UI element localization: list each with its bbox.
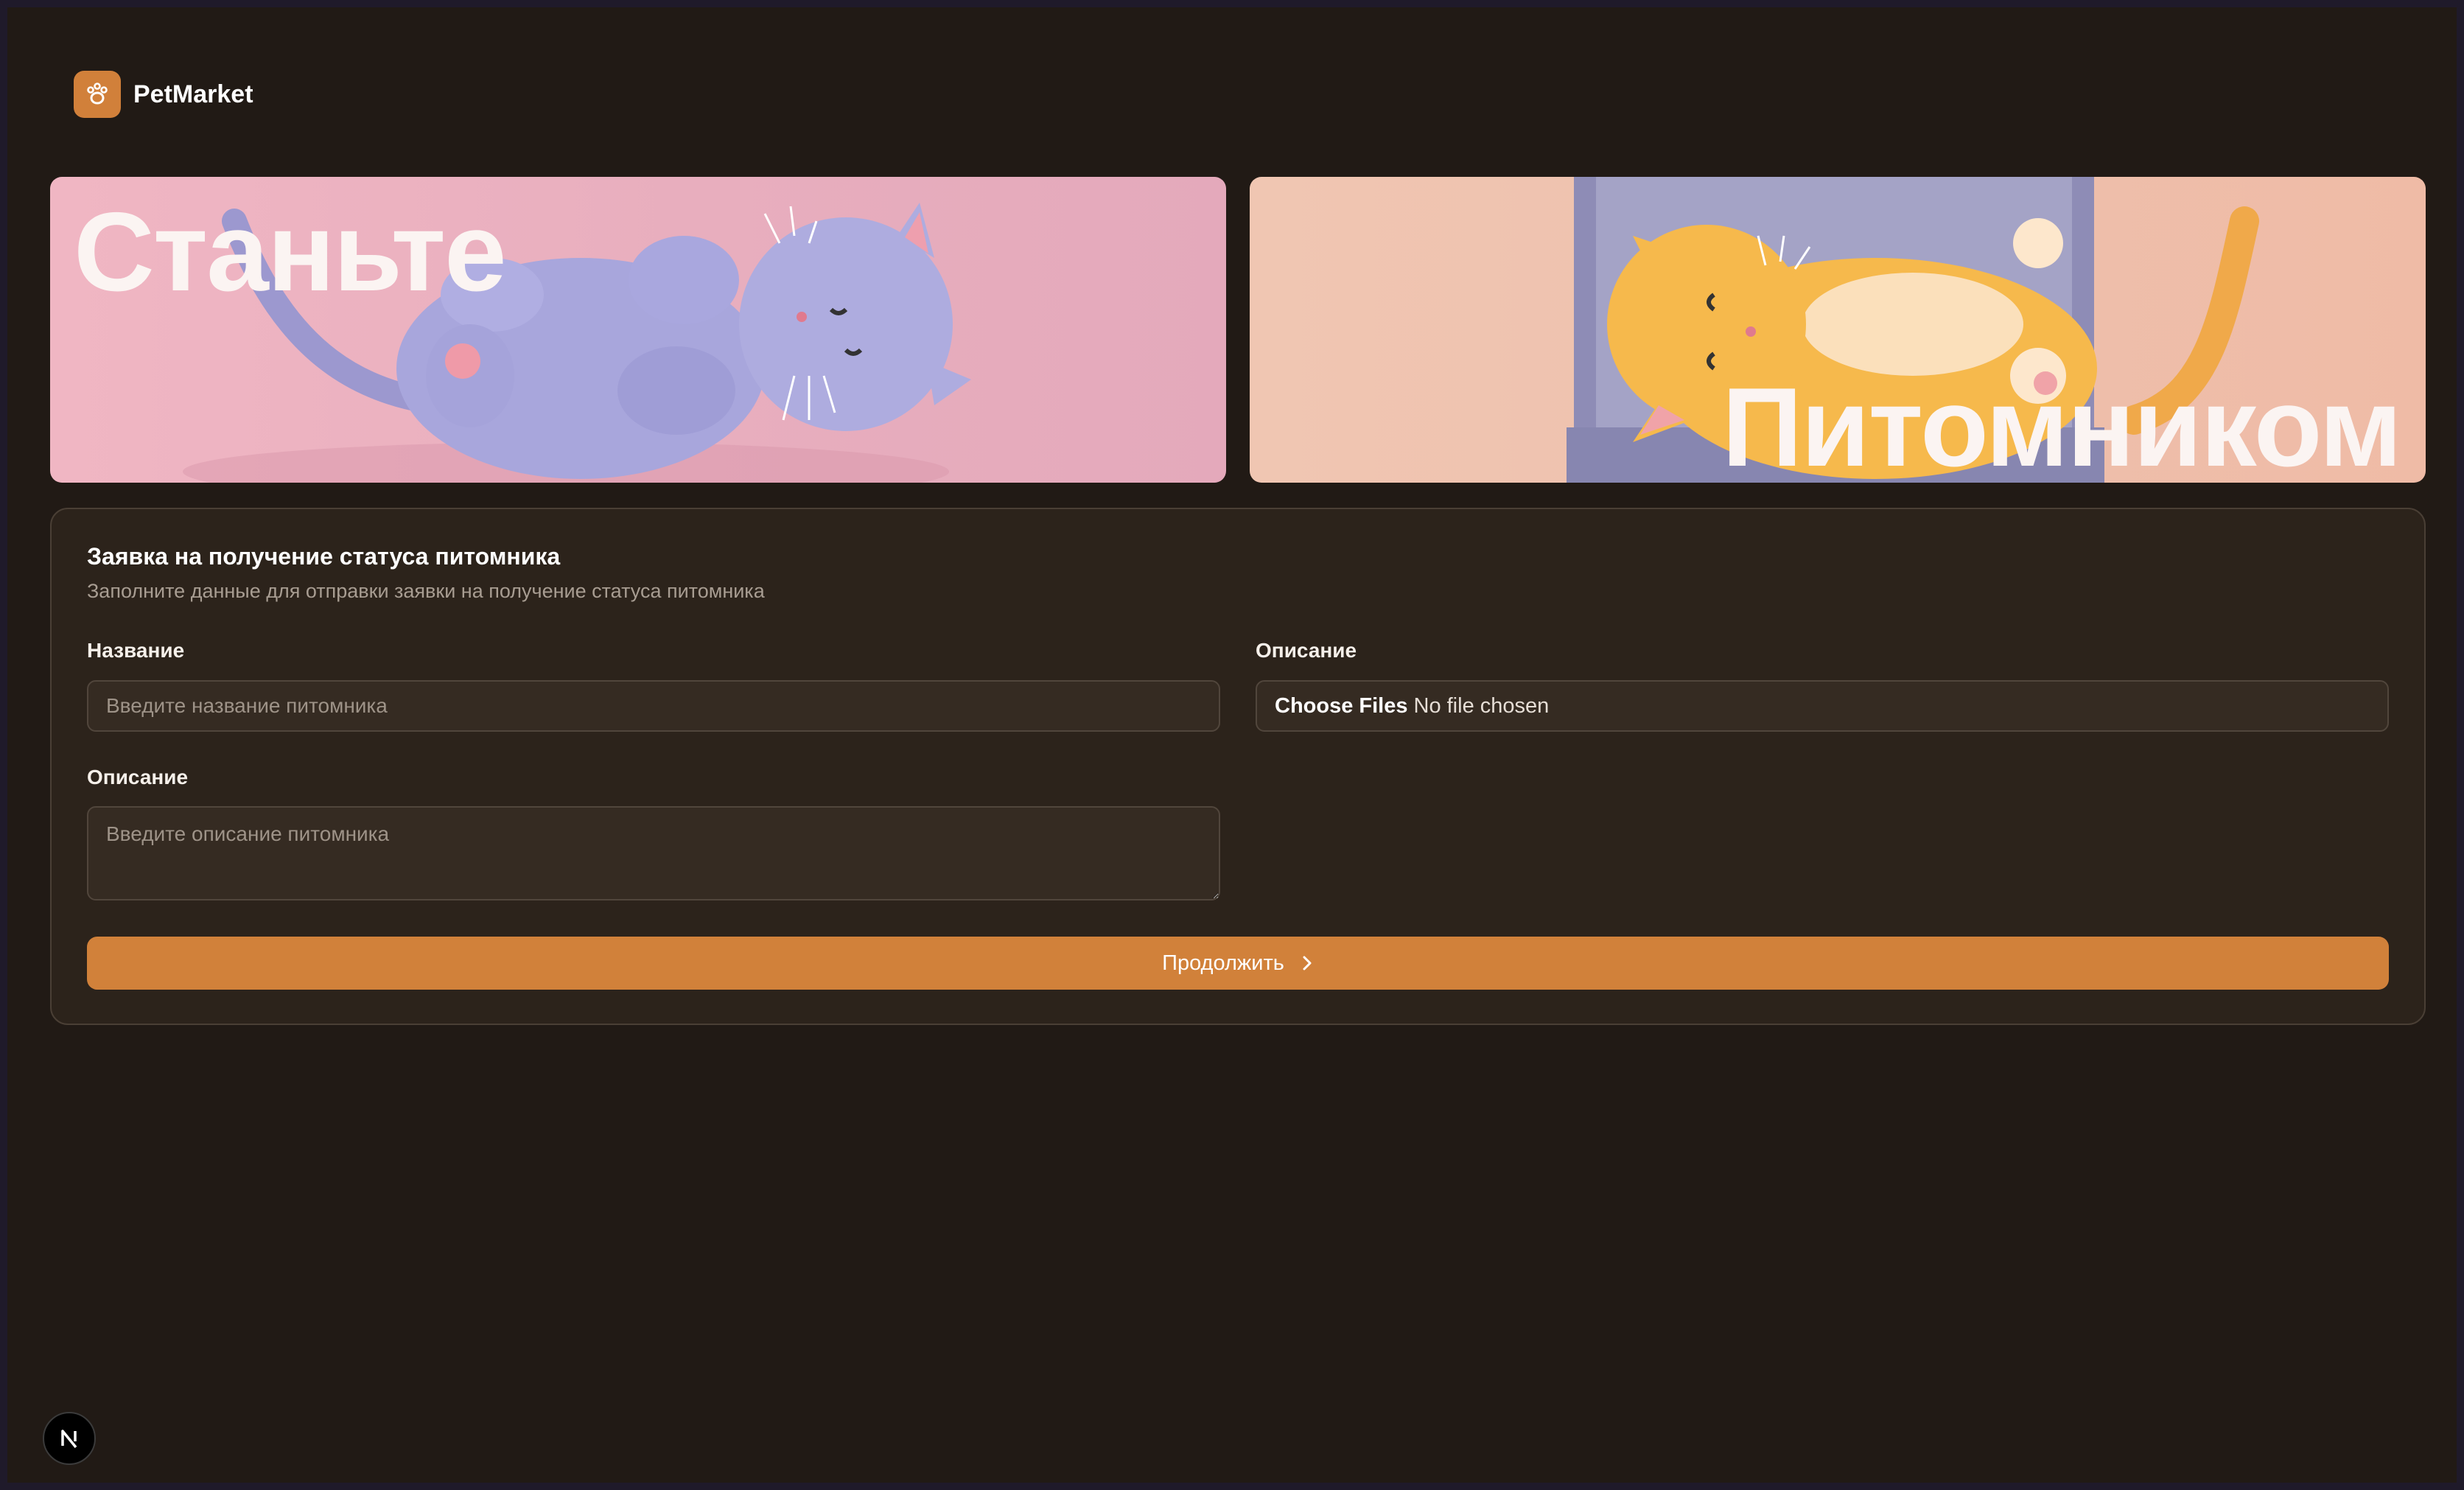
logo[interactable]: PetMarket <box>74 71 253 118</box>
nursery-description-textarea[interactable] <box>87 806 1220 900</box>
banner-left: Станьте <box>50 177 1226 483</box>
description-label: Описание <box>87 766 189 788</box>
app-window: PetMarket Станьте Питомником Заявка на п… <box>0 0 2464 1490</box>
file-upload-field[interactable]: Choose Files No file chosen <box>1256 680 2389 732</box>
file-status-text: No file chosen <box>1413 693 1550 718</box>
file-label: Описание <box>1256 639 1357 662</box>
chevron-right-icon <box>1301 955 1314 971</box>
nursery-name-input[interactable] <box>87 680 1220 732</box>
banner-right-text: Питомником <box>1721 365 2402 483</box>
banner-right: Питомником <box>1250 177 2426 483</box>
form-title: Заявка на получение статуса питомника <box>87 543 561 570</box>
paw-icon <box>74 71 121 118</box>
form-subtitle: Заполните данные для отправки заявки на … <box>87 580 765 602</box>
choose-files-button[interactable]: Choose Files <box>1275 694 1408 718</box>
continue-button[interactable]: Продолжить <box>87 937 2389 990</box>
nursery-application-card: Заявка на получение статуса питомника За… <box>50 508 2426 1025</box>
banner-left-text: Станьте <box>74 189 507 315</box>
name-label: Название <box>87 639 185 662</box>
continue-button-label: Продолжить <box>1162 951 1284 975</box>
app-name: PetMarket <box>133 80 253 108</box>
nextjs-icon[interactable] <box>43 1412 96 1465</box>
